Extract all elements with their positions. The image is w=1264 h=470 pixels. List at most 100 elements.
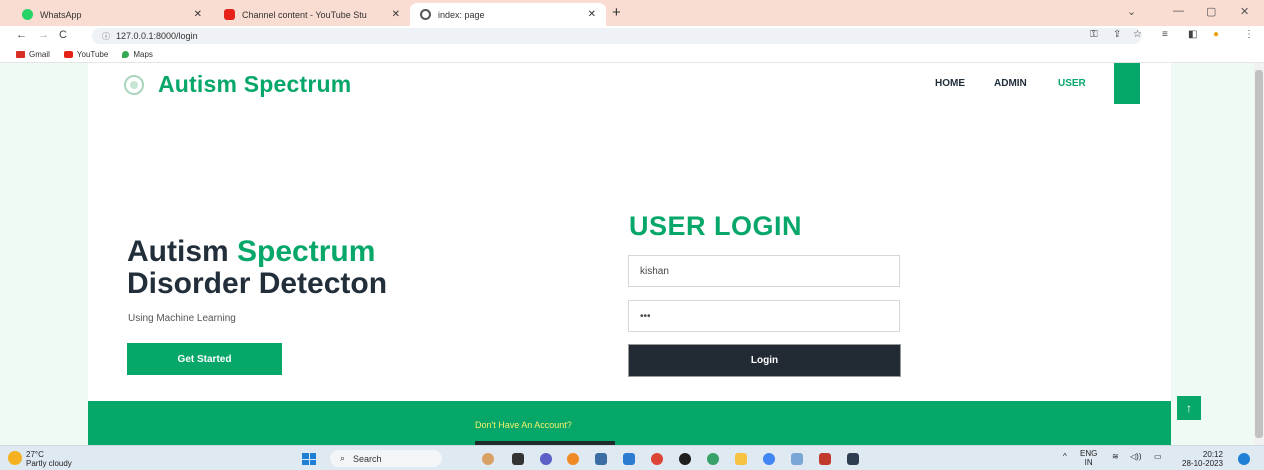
- copilot-icon[interactable]: [482, 453, 494, 465]
- git-icon[interactable]: [819, 453, 831, 465]
- password-value: •••: [640, 310, 651, 322]
- get-started-button[interactable]: Get Started: [127, 343, 282, 375]
- signup-link[interactable]: Don't Have An Account?: [475, 420, 572, 430]
- footer: Don't Have An Account?: [88, 401, 1171, 446]
- wifi-icon[interactable]: ≋: [1112, 452, 1119, 461]
- maximize-icon[interactable]: ▢: [1206, 5, 1216, 18]
- close-window-icon[interactable]: ✕: [1240, 5, 1249, 18]
- hero-title-part2: Spectrum: [237, 235, 376, 268]
- login-button[interactable]: Login: [628, 344, 901, 377]
- login-title: USER LOGIN: [629, 211, 803, 241]
- taskview-icon[interactable]: [512, 453, 524, 465]
- star-icon[interactable]: ☆: [1133, 29, 1142, 40]
- brand-name: Autism Spectrum: [158, 71, 352, 97]
- username-value: kishan: [640, 265, 669, 277]
- hero-title: Autism Spectrum Disorder Detecton: [127, 236, 387, 300]
- app-icon[interactable]: [679, 453, 691, 465]
- bookmarks-bar: Gmail YouTube Maps: [0, 46, 1264, 63]
- close-tab-icon[interactable]: ✕: [392, 9, 400, 20]
- hero-title-line2: Disorder Detecton: [127, 267, 388, 300]
- weather-widget[interactable]: 27°C Partly cloudy: [26, 450, 72, 468]
- menu-icon[interactable]: ⋮: [1244, 29, 1254, 40]
- search-label: Search: [353, 453, 382, 464]
- gmail-icon: [16, 50, 25, 58]
- brain-icon: [124, 74, 144, 95]
- bookmark-gmail[interactable]: Gmail: [16, 50, 50, 59]
- weather-icon[interactable]: [8, 451, 22, 465]
- page-content: Autism Spectrum HOME ADMIN USER Autism S…: [88, 63, 1171, 445]
- nav-accent-bar: [1114, 63, 1140, 104]
- volume-icon[interactable]: ◁)): [1130, 452, 1141, 461]
- search-icon: ⌕: [340, 453, 346, 463]
- language: ENG: [1080, 449, 1098, 458]
- hero-title-part1: Autism: [127, 235, 238, 268]
- chrome-icon[interactable]: [651, 453, 663, 465]
- arrow-up-icon: ↑: [1186, 401, 1192, 415]
- whatsapp-icon: [22, 9, 33, 20]
- key-icon[interactable]: ⚿: [1090, 29, 1098, 40]
- info-icon[interactable]: ⓘ: [102, 31, 110, 42]
- reading-list-icon[interactable]: ≡: [1162, 29, 1168, 40]
- close-tab-icon[interactable]: ✕: [588, 9, 596, 20]
- close-tab-icon[interactable]: ✕: [194, 9, 202, 20]
- temperature: 27°C: [26, 450, 44, 459]
- date: 28-10-2023: [1182, 459, 1223, 468]
- scrollbar-thumb[interactable]: [1255, 70, 1263, 438]
- teams-icon[interactable]: [540, 453, 552, 465]
- address-bar-row: ← → C ⓘ 127.0.0.1:8000/login ⚿ ⇪ ☆ ≡ ◧ ●…: [0, 26, 1264, 46]
- share-icon[interactable]: ⇪: [1113, 29, 1121, 40]
- hero-subtitle: Using Machine Learning: [128, 313, 236, 324]
- bookmark-label: YouTube: [76, 49, 109, 59]
- tab-search-icon[interactable]: ⌄: [1127, 5, 1136, 18]
- minimize-icon[interactable]: —: [1173, 5, 1184, 17]
- bookmark-label: Gmail: [29, 49, 50, 59]
- windows-start-icon[interactable]: [302, 453, 316, 465]
- password-field[interactable]: •••: [628, 300, 900, 332]
- security-icon[interactable]: [595, 453, 607, 465]
- chrome-active-icon[interactable]: [763, 453, 775, 465]
- folder-icon[interactable]: [735, 453, 747, 465]
- taskbar: 27°C Partly cloudy ⌕ Search ^ ENG IN ≋ ◁…: [0, 445, 1264, 470]
- nav-home[interactable]: HOME: [935, 78, 965, 89]
- browser-tab-strip: WhatsApp ✕ Channel content - YouTube Stu…: [0, 0, 1264, 26]
- region: IN: [1084, 458, 1093, 467]
- new-tab-icon[interactable]: +: [612, 4, 621, 21]
- youtube-icon: [224, 9, 235, 20]
- nav-user[interactable]: USER: [1058, 78, 1086, 89]
- bookmark-youtube[interactable]: YouTube: [63, 49, 109, 59]
- tab-label: index: page: [438, 9, 485, 20]
- notification-icon[interactable]: [1238, 453, 1250, 465]
- sidepanel-icon[interactable]: ◧: [1188, 29, 1197, 40]
- tab-label: WhatsApp: [40, 9, 82, 20]
- edge-icon[interactable]: [707, 453, 719, 465]
- maps-icon: [122, 50, 130, 58]
- notepad-icon[interactable]: [791, 453, 803, 465]
- tab-whatsapp[interactable]: WhatsApp ✕: [12, 3, 212, 26]
- bookmark-maps[interactable]: Maps: [122, 50, 153, 59]
- battery-icon[interactable]: ▭: [1154, 452, 1162, 461]
- time: 20:12: [1202, 450, 1223, 459]
- terminal-icon[interactable]: [847, 453, 859, 465]
- tab-index-page[interactable]: index: page ✕: [410, 3, 606, 26]
- address-url: 127.0.0.1:8000/login: [116, 31, 198, 41]
- nav-admin[interactable]: ADMIN: [994, 78, 1027, 89]
- bookmark-label: Maps: [133, 49, 153, 59]
- address-input[interactable]: ⓘ 127.0.0.1:8000/login: [92, 28, 1142, 44]
- search-app-icon[interactable]: [567, 453, 579, 465]
- forward-icon[interactable]: →: [38, 29, 49, 41]
- youtube-icon: [63, 50, 73, 58]
- taskbar-search[interactable]: ⌕ Search: [330, 450, 442, 467]
- extension-icon[interactable]: ●: [1213, 29, 1219, 40]
- globe-icon: [420, 9, 431, 20]
- language-indicator[interactable]: ENG IN: [1080, 449, 1097, 467]
- username-field[interactable]: kishan: [628, 255, 900, 287]
- vscode-icon[interactable]: [623, 453, 635, 465]
- back-icon[interactable]: ←: [16, 29, 27, 41]
- reload-icon[interactable]: C: [59, 29, 67, 41]
- chevron-up-icon[interactable]: ^: [1063, 452, 1067, 461]
- tab-youtube-studio[interactable]: Channel content - YouTube Stu ✕: [214, 3, 410, 26]
- clock[interactable]: 20:12 28-10-2023: [1182, 450, 1223, 468]
- brand-logo[interactable]: Autism Spectrum: [124, 71, 351, 98]
- weather-condition: Partly cloudy: [26, 459, 72, 468]
- back-to-top-button[interactable]: ↑: [1177, 396, 1201, 420]
